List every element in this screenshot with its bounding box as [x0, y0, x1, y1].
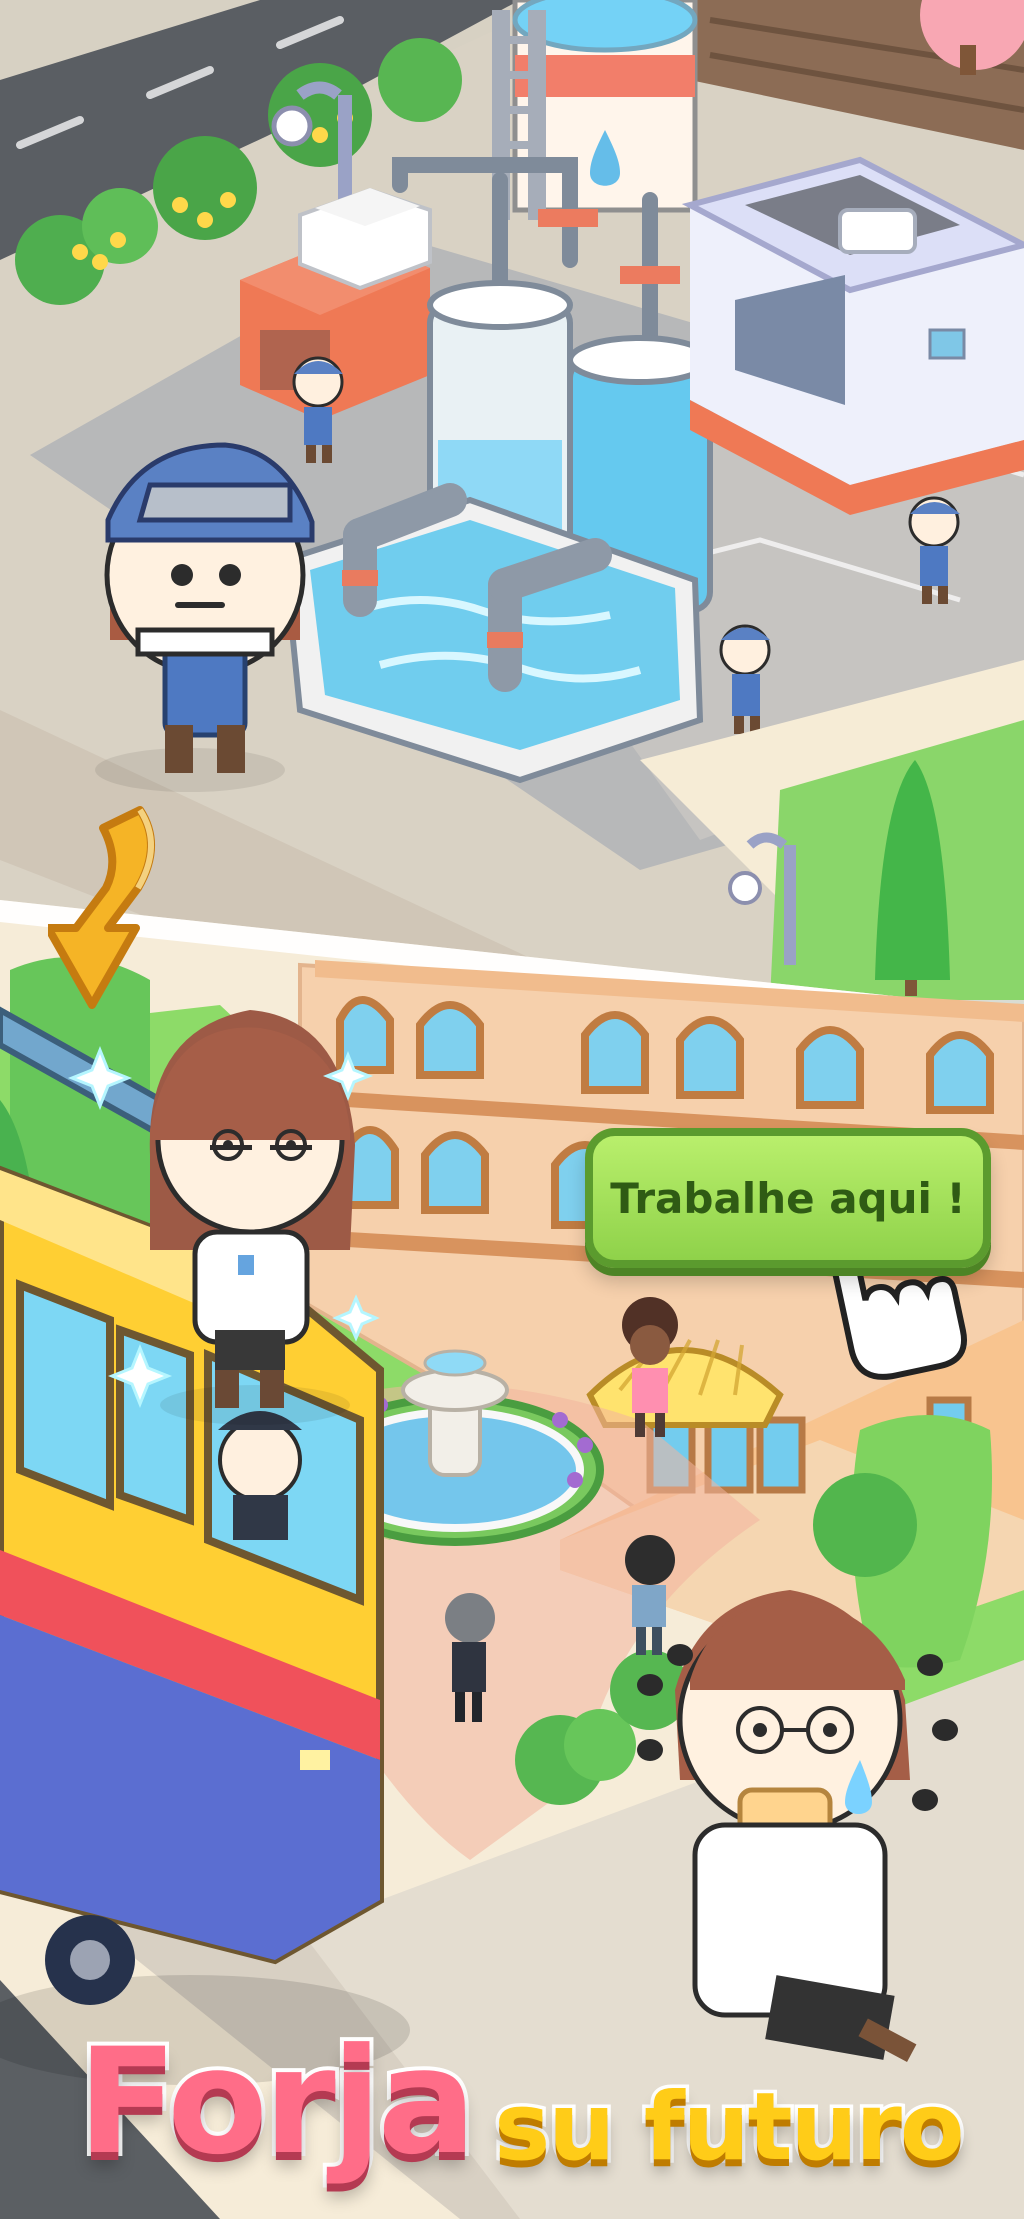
office-illustration [0, 900, 1024, 2219]
speech-bubble-text: Trabalhe aqui ! [610, 1173, 966, 1223]
office-scene [0, 900, 1024, 2219]
down-arrow-icon [48, 806, 155, 1009]
speech-bubble[interactable]: Trabalhe aqui ! [585, 1128, 991, 1268]
game-promo-screen: Trabalhe aqui ! Forja su futuro [0, 0, 1024, 2219]
water-tower [492, 0, 698, 220]
bush [378, 38, 462, 122]
bush [82, 188, 158, 264]
